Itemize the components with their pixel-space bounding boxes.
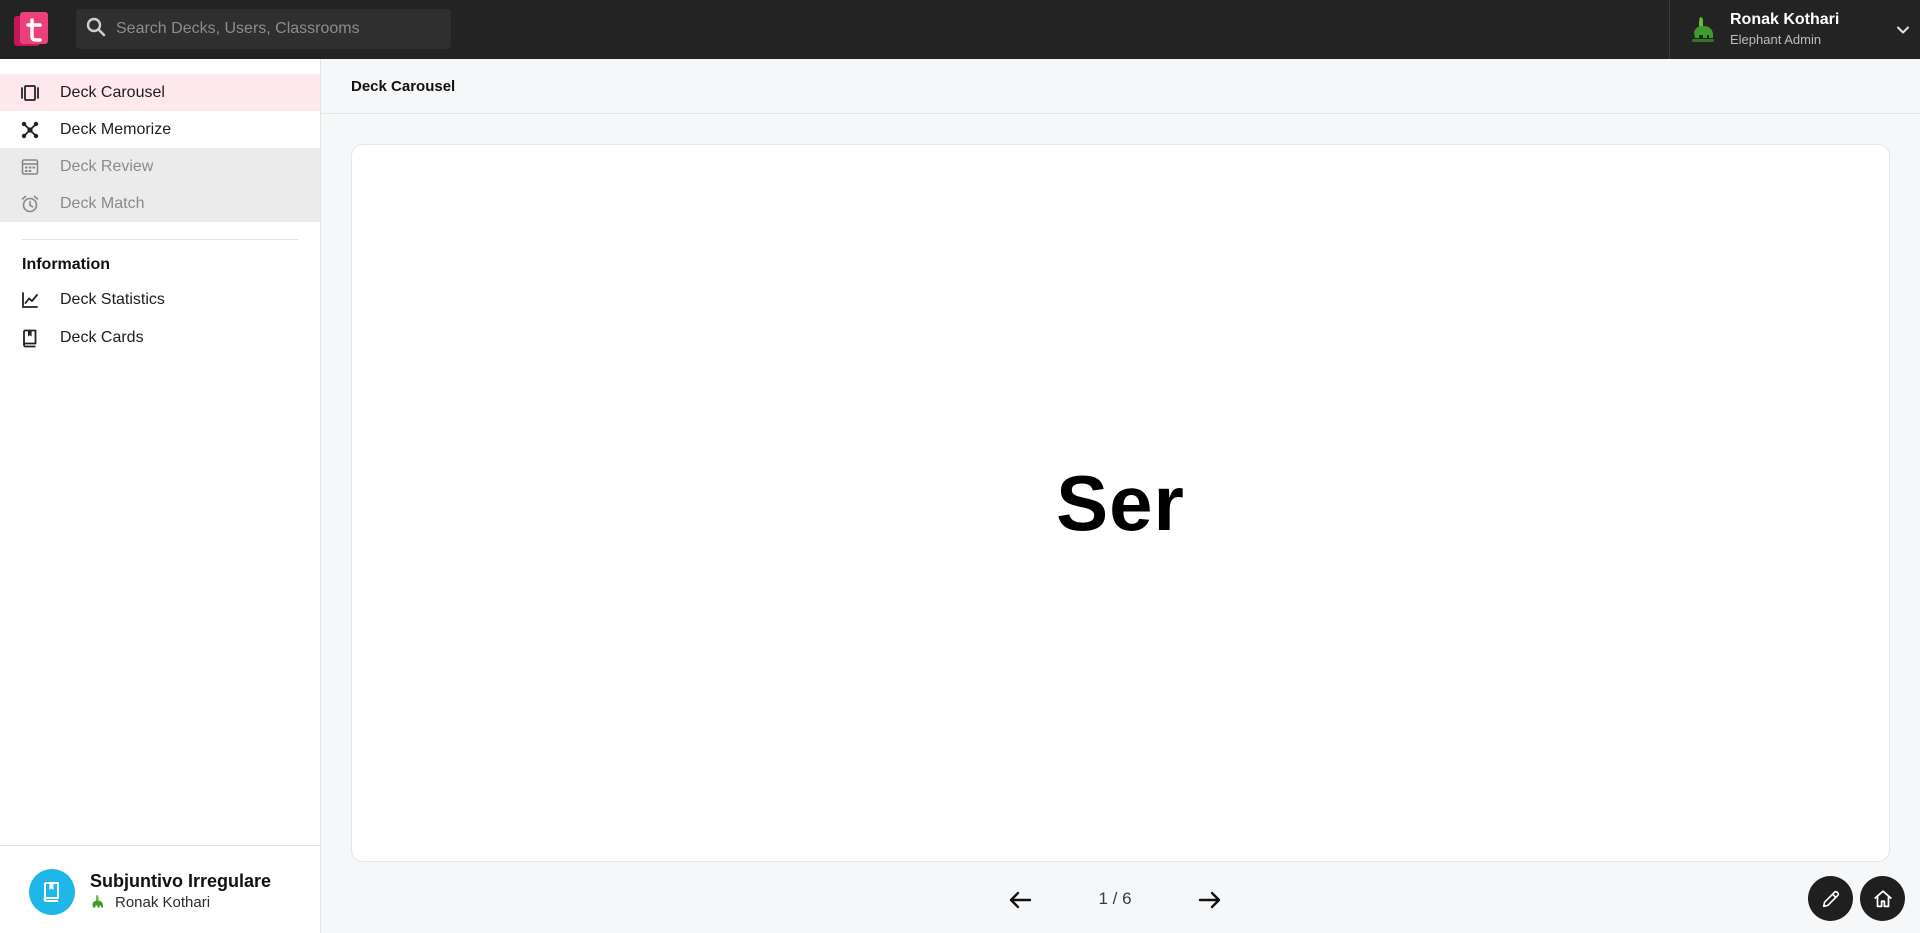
previous-card-button[interactable] [1004,884,1036,916]
book-icon [20,328,40,348]
flashcard-text: Ser [1056,458,1185,547]
search-input[interactable] [116,20,436,38]
app-logo[interactable] [12,10,50,48]
arrow-right-icon [1198,891,1221,909]
page-title: Deck Carousel [351,78,456,95]
sidebar-divider [22,239,298,240]
search-box[interactable] [76,9,451,49]
search-icon [84,15,108,44]
edit-button[interactable] [1808,876,1853,921]
owner-avatar-icon [90,894,106,910]
deck-title: Subjuntivo Irregulare [90,871,272,891]
deck-info[interactable]: Subjuntivo Irregulare Ronak Kothari [0,845,320,933]
sidebar-item-deck-statistics[interactable]: Deck Statistics [0,281,320,318]
sidebar-item-label: Deck Review [60,158,154,175]
sidebar-item-deck-cards[interactable]: Deck Cards [0,319,320,356]
sidebar-item-deck-review[interactable]: Deck Review [0,148,320,185]
sidebar-item-deck-memorize[interactable]: Deck Memorize [0,111,320,148]
section-title-information: Information [22,256,110,273]
sidebar-item-deck-match[interactable]: Deck Match [0,185,320,222]
next-card-button[interactable] [1194,884,1226,916]
sidebar-item-label: Deck Carousel [60,84,165,101]
chevron-down-icon[interactable] [1894,21,1912,39]
home-button[interactable] [1860,876,1905,921]
page-header: Deck Carousel [321,59,1920,114]
top-bar: Ronak Kothari Elephant Admin [0,0,1920,59]
pencil-icon [1822,890,1839,907]
deck-owner: Ronak Kothari [115,894,211,911]
calendar-icon [20,157,40,177]
alarm-clock-icon [20,194,40,214]
sidebar-item-label: Deck Memorize [60,121,172,138]
sidebar-item-label: Deck Match [60,195,145,212]
user-menu[interactable]: Ronak Kothari Elephant Admin [1669,0,1920,59]
sidebar-item-label: Deck Statistics [60,291,165,308]
card-counter: 1 / 6 [1098,889,1132,908]
arrow-left-icon [1009,891,1032,909]
sidebar: Deck Carousel Deck Memorize Deck Review … [0,59,321,933]
chart-line-icon [20,290,40,310]
home-icon [1873,889,1892,907]
user-name: Ronak Kothari [1730,11,1840,28]
carousel-icon [20,83,40,103]
sidebar-item-label: Deck Cards [60,329,144,346]
deck-book-icon [29,869,75,915]
user-role: Elephant Admin [1730,32,1822,47]
sidebar-item-deck-carousel[interactable]: Deck Carousel [0,74,320,111]
flashcard[interactable]: Ser [351,144,1890,862]
memorize-icon [20,120,40,140]
user-avatar [1688,14,1718,44]
